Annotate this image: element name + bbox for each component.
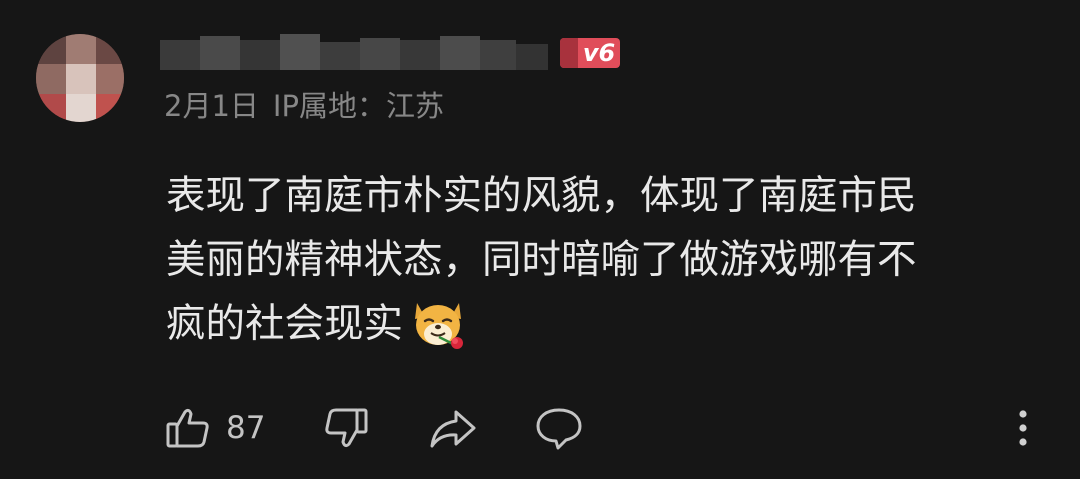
more-vertical-icon[interactable] — [1008, 404, 1038, 452]
level-badge-stripe — [560, 38, 578, 68]
username-redacted[interactable] — [160, 34, 548, 74]
ip-location: IP属地：江苏 — [272, 89, 444, 123]
comment-line-1: 表现了南庭市朴实的风貌，体现了南庭市民 — [166, 173, 917, 219]
comment-line-2: 美丽的精神状态，同时暗喻了做游戏哪有不 — [166, 237, 917, 283]
action-bar: 87 — [0, 400, 1080, 456]
thumbs-up-icon[interactable] — [164, 404, 212, 452]
comment-date: 2月1日 — [164, 89, 259, 123]
comment-line-3: 疯的社会现实 — [166, 292, 1056, 356]
comment-card: v6 2月1日 IP属地：江苏 表现了南庭市朴实的风貌，体现了南庭市民 美丽的精神… — [0, 0, 1080, 479]
shiba-rose-emoji-icon — [409, 293, 467, 351]
level-badge-text: v6 — [582, 39, 616, 67]
share-icon[interactable] — [428, 404, 478, 452]
comment-body: 表现了南庭市朴实的风貌，体现了南庭市民 美丽的精神状态，同时暗喻了做游戏哪有不 … — [166, 164, 1056, 356]
thumbs-down-icon[interactable] — [322, 404, 370, 452]
like-count: 87 — [226, 410, 266, 446]
avatar[interactable] — [36, 34, 124, 122]
comment-icon[interactable] — [534, 404, 584, 452]
level-badge: v6 — [560, 38, 620, 68]
comment-meta: 2月1日 IP属地：江苏 — [164, 86, 444, 126]
comment-line-3-text: 疯的社会现实 — [166, 301, 403, 347]
